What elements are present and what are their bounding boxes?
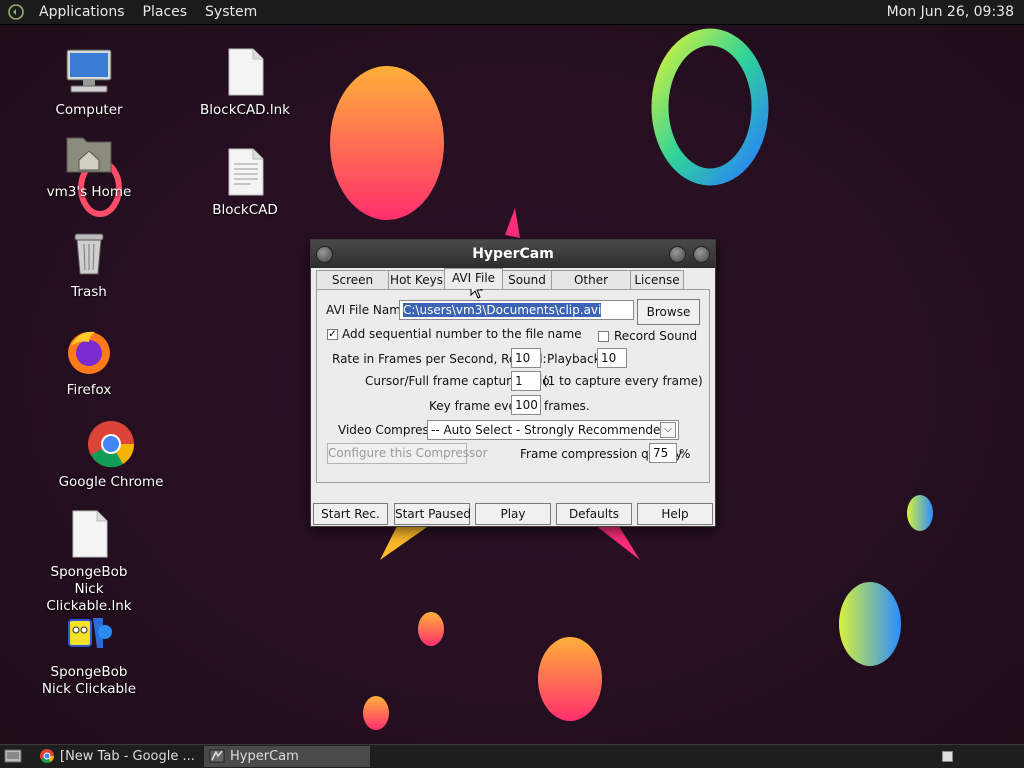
computer-icon bbox=[66, 49, 112, 93]
tab-avi-file[interactable]: AVI File bbox=[444, 268, 503, 289]
capture-ratio-input[interactable]: 1 bbox=[511, 371, 541, 391]
taskbar-item-label: [New Tab - Google ... bbox=[60, 749, 195, 764]
top-panel: Applications Places System Mon Jun 26, 0… bbox=[0, 0, 1024, 25]
file-icon bbox=[228, 48, 264, 96]
defaults-button[interactable]: Defaults bbox=[556, 503, 632, 525]
desktop-icon-chrome[interactable]: Google Chrome bbox=[56, 418, 166, 491]
playback-label: Playback: bbox=[547, 352, 605, 366]
add-sequential-checkbox[interactable]: ✓ bbox=[327, 329, 338, 340]
browse-button[interactable]: Browse bbox=[637, 299, 700, 325]
trash-icon bbox=[74, 233, 104, 275]
desktop-icon-label: BlockCAD bbox=[212, 202, 278, 218]
desktop-icon-label: BlockCAD.lnk bbox=[200, 102, 290, 118]
video-compressor-select[interactable]: -- Auto Select - Strongly Recommended! ⌵ bbox=[427, 420, 679, 440]
chrome-icon bbox=[40, 749, 54, 763]
show-desktop-icon[interactable] bbox=[4, 748, 22, 764]
key-frame-input[interactable]: 100 bbox=[511, 395, 541, 415]
file-icon bbox=[72, 510, 108, 558]
taskbar: [New Tab - Google ... HyperCam bbox=[0, 744, 1024, 768]
tab-license[interactable]: License bbox=[630, 270, 684, 289]
desktop-icon-label: Computer bbox=[55, 102, 123, 118]
record-sound-label[interactable]: Record Sound bbox=[614, 329, 697, 343]
tab-other-options[interactable]: Other Options bbox=[551, 270, 631, 306]
playback-rate-input[interactable]: 10 bbox=[597, 348, 627, 368]
hypercam-window: HyperCam Screen Area Hot Keys AVI File S… bbox=[310, 239, 716, 527]
tab-screen-area[interactable]: Screen Area bbox=[316, 270, 389, 306]
menu-places[interactable]: Places bbox=[134, 4, 197, 20]
desktop-icon-spongebob[interactable]: SpongeBob Nick Clickable bbox=[34, 608, 144, 698]
help-button[interactable]: Help bbox=[637, 503, 713, 525]
key-frame-unit: frames. bbox=[544, 399, 590, 413]
desktop-icon-home[interactable]: vm3's Home bbox=[34, 128, 144, 201]
desktop-icon-label: Google Chrome bbox=[58, 474, 164, 490]
avi-file-name-input[interactable]: C:\users\vm3\Documents\clip.avi bbox=[399, 300, 634, 320]
avi-file-panel: AVI File Name: C:\users\vm3\Documents\cl… bbox=[316, 289, 710, 483]
compression-quality-input[interactable]: 75 bbox=[649, 443, 677, 463]
desktop-icon-firefox[interactable]: Firefox bbox=[34, 326, 144, 399]
workspace-switcher[interactable] bbox=[942, 751, 953, 762]
firefox-icon bbox=[68, 331, 110, 374]
desktop-icon-label: SpongeBob Nick Clickable bbox=[41, 664, 137, 697]
taskbar-item-label: HyperCam bbox=[230, 749, 299, 764]
capture-ratio-hint: (1 to capture every frame) bbox=[543, 374, 703, 388]
desktop-icon-label: Trash bbox=[71, 284, 107, 300]
configure-compressor-button[interactable]: Configure this Compressor bbox=[327, 443, 488, 464]
tab-hot-keys[interactable]: Hot Keys bbox=[388, 270, 445, 289]
distro-logo-icon[interactable] bbox=[8, 4, 24, 20]
clock[interactable]: Mon Jun 26, 09:38 bbox=[881, 0, 1020, 25]
text-file-icon bbox=[228, 148, 264, 196]
minimize-button[interactable] bbox=[669, 246, 686, 263]
window-menu-button[interactable] bbox=[316, 246, 333, 263]
record-sound-checkbox[interactable] bbox=[598, 331, 609, 342]
taskbar-item-hypercam[interactable]: HyperCam bbox=[204, 746, 370, 767]
record-rate-input[interactable]: 10 bbox=[511, 348, 541, 368]
home-folder-icon bbox=[66, 137, 112, 173]
desktop-icon-spongebob-lnk[interactable]: SpongeBob Nick Clickable.lnk bbox=[34, 508, 144, 615]
desktop-icon-computer[interactable]: Computer bbox=[34, 46, 144, 119]
desktop-icon-trash[interactable]: Trash bbox=[34, 228, 144, 301]
chevron-down-icon[interactable]: ⌵ bbox=[660, 422, 676, 438]
desktop-icon-label: Firefox bbox=[66, 382, 112, 398]
window-titlebar[interactable]: HyperCam bbox=[311, 240, 715, 268]
desktop-icon-label: vm3's Home bbox=[46, 184, 132, 200]
desktop-icon-blockcad[interactable]: BlockCAD bbox=[190, 146, 300, 219]
menu-system[interactable]: System bbox=[196, 4, 266, 20]
play-button[interactable]: Play bbox=[475, 503, 551, 525]
window-title: HyperCam bbox=[472, 246, 554, 262]
compression-quality-unit: % bbox=[679, 447, 691, 461]
add-sequential-label[interactable]: Add sequential number to the file name bbox=[342, 327, 582, 341]
menu-applications[interactable]: Applications bbox=[30, 4, 134, 20]
tab-sound[interactable]: Sound bbox=[502, 270, 552, 289]
chrome-icon bbox=[88, 421, 135, 468]
start-paused-button[interactable]: Start Paused bbox=[394, 503, 471, 525]
spongebob-icon bbox=[68, 618, 112, 648]
start-rec-button[interactable]: Start Rec. bbox=[313, 503, 388, 525]
taskbar-item-chrome[interactable]: [New Tab - Google ... bbox=[34, 746, 202, 767]
hypercam-icon bbox=[209, 749, 225, 763]
desktop-icon-blockcad-lnk[interactable]: BlockCAD.lnk bbox=[190, 46, 300, 119]
desktop-icon-label: SpongeBob Nick Clickable.lnk bbox=[46, 564, 132, 614]
maximize-button[interactable] bbox=[693, 246, 710, 263]
